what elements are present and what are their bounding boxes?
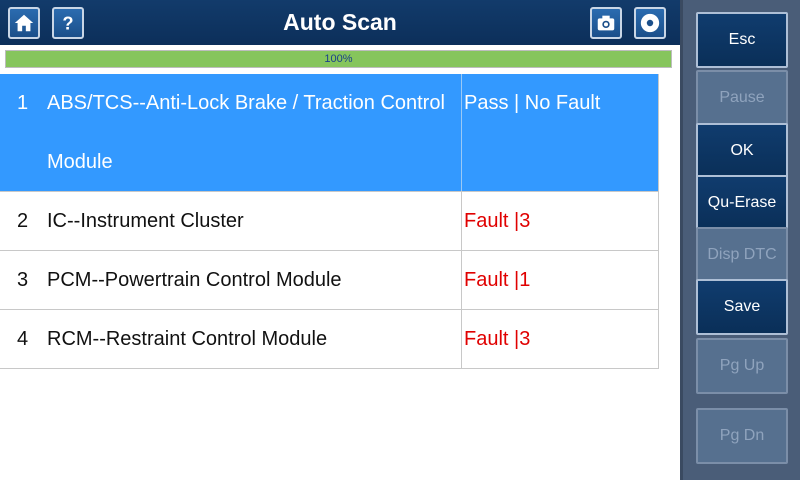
progress-bar: 100% [5, 50, 672, 68]
home-icon [14, 14, 34, 32]
screenshot-button[interactable] [590, 7, 622, 39]
module-name: IC--Instrument Cluster [47, 210, 244, 232]
module-status: Fault |3 [461, 192, 659, 250]
page-title: Auto Scan [283, 9, 397, 35]
ok-button[interactable]: OK [696, 123, 788, 179]
svg-text:?: ? [62, 12, 73, 33]
table-row-1[interactable]: 1 ABS/TCS--Anti-Lock Brake / Traction Co… [0, 74, 659, 192]
module-status: Fault |1 [461, 251, 659, 309]
row-number: 3 [17, 269, 29, 291]
progress-label: 100% [324, 53, 353, 65]
row-number: 2 [17, 210, 29, 232]
top-bar: ? Auto Scan [0, 0, 680, 45]
camera-icon [597, 15, 615, 31]
disp-dtc-button[interactable]: Disp DTC [696, 227, 788, 283]
row-number: 4 [17, 328, 29, 350]
table-row-4[interactable]: 4 RCM--Restraint Control Module Fault |3 [0, 310, 659, 369]
disc-button[interactable] [634, 7, 666, 39]
page-up-button[interactable]: Pg Up [696, 338, 788, 394]
side-button-panel: Esc Pause OK Qu-Erase Disp DTC Save Pg U… [680, 0, 800, 480]
table-row-3[interactable]: 3 PCM--Powertrain Control Module Fault |… [0, 251, 659, 310]
disc-icon [640, 13, 660, 33]
save-button[interactable]: Save [696, 279, 788, 335]
module-name: PCM--Powertrain Control Module [47, 269, 342, 291]
module-name: ABS/TCS--Anti-Lock Brake / Traction Cont… [47, 92, 445, 173]
quick-erase-button[interactable]: Qu-Erase [696, 175, 788, 231]
module-table: 1 ABS/TCS--Anti-Lock Brake / Traction Co… [0, 74, 659, 369]
help-icon: ? [62, 12, 73, 33]
module-status: Pass | No Fault [461, 74, 659, 191]
page-down-button[interactable]: Pg Dn [696, 408, 788, 464]
home-button[interactable] [8, 7, 40, 39]
row-number: 1 [17, 92, 29, 114]
help-button[interactable]: ? [52, 7, 84, 39]
esc-button[interactable]: Esc [696, 12, 788, 68]
module-name: RCM--Restraint Control Module [47, 328, 328, 350]
module-status: Fault |3 [461, 310, 659, 368]
pause-button[interactable]: Pause [696, 70, 788, 126]
table-row-2[interactable]: 2 IC--Instrument Cluster Fault |3 [0, 192, 659, 251]
